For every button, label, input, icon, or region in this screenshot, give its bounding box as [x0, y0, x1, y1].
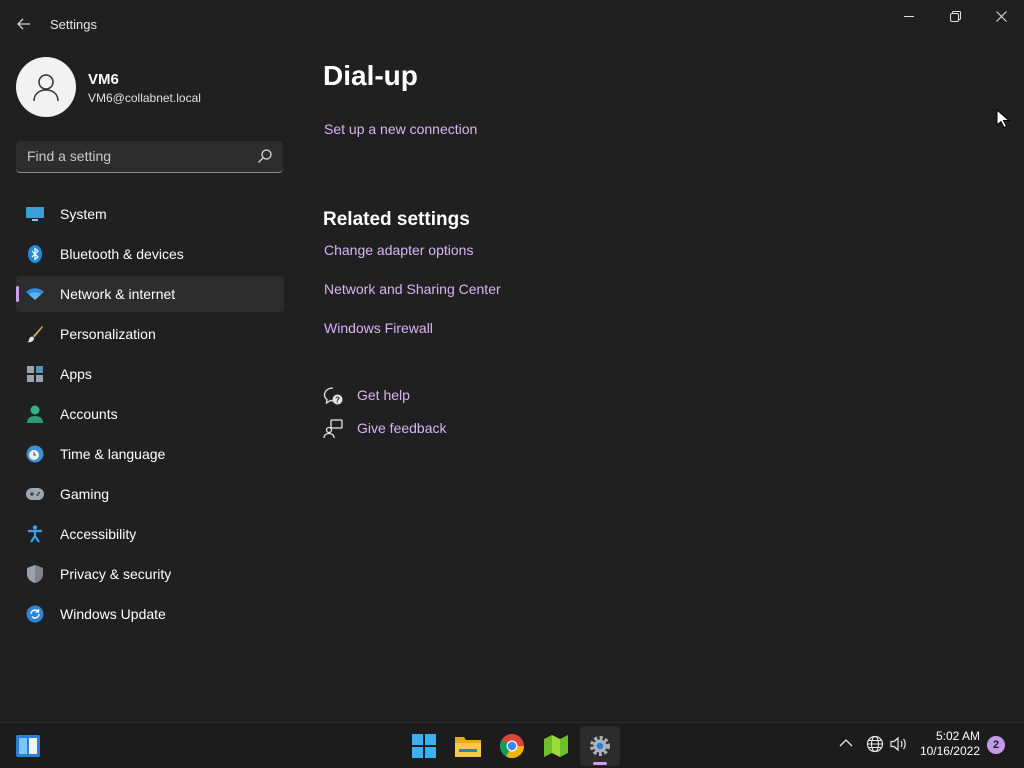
sidebar-item-label: Time & language [60, 446, 166, 462]
gamepad-icon [26, 485, 44, 503]
feedback-icon [323, 419, 343, 439]
shield-icon [26, 565, 44, 583]
sidebar-item-label: Windows Update [60, 606, 166, 622]
settings-window: Settings VM6 VM6@collabnet.local System … [0, 0, 1024, 722]
bluetooth-icon [26, 245, 44, 263]
start-button[interactable] [404, 726, 444, 766]
network-sharing-center-link[interactable]: Network and Sharing Center [324, 281, 501, 297]
active-indicator [16, 286, 19, 302]
back-button[interactable] [12, 12, 36, 36]
network-status-button[interactable] [866, 735, 884, 756]
sidebar-item-bluetooth[interactable]: Bluetooth & devices [16, 236, 284, 272]
page-title: Dial-up [323, 60, 418, 91]
svg-text:?: ? [335, 396, 340, 405]
search-box[interactable] [16, 141, 283, 173]
file-explorer-icon [455, 737, 481, 757]
search-icon[interactable] [257, 148, 273, 164]
search-input[interactable] [16, 141, 246, 171]
sidebar-item-network[interactable]: Network & internet [16, 276, 284, 312]
restore-icon [949, 10, 961, 22]
monitor-icon [26, 205, 44, 223]
back-arrow-icon [17, 18, 30, 30]
sidebar-nav: System Bluetooth & devices Network & int… [16, 196, 284, 636]
sidebar-item-time-language[interactable]: Time & language [16, 436, 284, 472]
running-indicator [593, 762, 607, 765]
related-settings-heading: Related settings [323, 209, 470, 230]
minimize-button[interactable] [886, 0, 932, 32]
chevron-up-icon [839, 739, 853, 747]
settings-icon [590, 736, 610, 756]
app-title: Settings [50, 17, 97, 32]
person-icon [33, 74, 59, 102]
sidebar-item-system[interactable]: System [16, 196, 284, 232]
sidebar-item-apps[interactable]: Apps [16, 356, 284, 392]
sidebar-item-accounts[interactable]: Accounts [16, 396, 284, 432]
sidebar-item-personalization[interactable]: Personalization [16, 316, 284, 352]
speaker-icon [890, 736, 906, 752]
setup-connection-link[interactable]: Set up a new connection [324, 121, 477, 137]
give-feedback-link[interactable]: Give feedback [323, 418, 523, 440]
apps-icon [26, 365, 44, 383]
person-icon [26, 405, 44, 423]
avatar [16, 57, 76, 117]
settings-button[interactable] [580, 726, 620, 766]
sidebar-item-label: Bluetooth & devices [60, 246, 184, 262]
app-button[interactable] [536, 726, 576, 766]
windows-firewall-link[interactable]: Windows Firewall [324, 320, 433, 336]
user-name: VM6 [88, 71, 119, 88]
sidebar-item-windows-update[interactable]: Windows Update [16, 596, 284, 632]
clock[interactable]: 5:02 AM 10/16/2022 [920, 729, 980, 759]
sidebar-item-label: Apps [60, 366, 92, 382]
notification-badge[interactable]: 2 [987, 736, 1005, 754]
mouse-cursor-icon [996, 109, 1010, 129]
user-profile[interactable]: VM6 VM6@collabnet.local [16, 57, 286, 117]
chrome-icon [500, 734, 524, 758]
clock-date: 10/16/2022 [919, 744, 980, 758]
sidebar-item-label: System [60, 206, 107, 222]
sidebar-item-label: Network & internet [60, 286, 176, 302]
wifi-icon [26, 285, 44, 303]
accessibility-icon [26, 525, 44, 543]
close-icon [995, 10, 1007, 22]
widgets-button[interactable] [8, 726, 48, 766]
sidebar-item-label: Accessibility [60, 526, 137, 542]
clock-globe-icon [26, 445, 44, 463]
restore-button[interactable] [932, 0, 978, 32]
clock-time: 5:02 AM [935, 729, 980, 743]
change-adapter-options-link[interactable]: Change adapter options [324, 242, 473, 258]
get-help-link[interactable]: ? Get help [323, 385, 523, 407]
chrome-button[interactable] [492, 726, 532, 766]
close-button[interactable] [978, 0, 1024, 32]
file-explorer-button[interactable] [448, 726, 488, 766]
start-icon [412, 734, 436, 758]
get-help-label: Get help [357, 387, 410, 403]
give-feedback-label: Give feedback [357, 420, 447, 436]
minimize-icon [903, 15, 914, 17]
sidebar-item-label: Gaming [60, 486, 110, 502]
brush-icon [26, 325, 44, 343]
title-bar: Settings [0, 0, 1024, 48]
sidebar-item-label: Privacy & security [60, 566, 172, 582]
help-icon: ? [323, 387, 343, 405]
taskbar: 5:02 AM 10/16/2022 2 [0, 722, 1024, 768]
sidebar-item-gaming[interactable]: Gaming [16, 476, 284, 512]
sidebar-item-label: Personalization [60, 326, 156, 342]
app-icon [544, 735, 568, 757]
update-icon [26, 605, 44, 623]
widgets-icon [16, 735, 40, 757]
globe-icon [866, 735, 884, 753]
sidebar-item-accessibility[interactable]: Accessibility [16, 516, 284, 552]
sidebar-item-privacy[interactable]: Privacy & security [16, 556, 284, 592]
user-email: VM6@collabnet.local [88, 91, 201, 105]
volume-button[interactable] [890, 735, 908, 756]
show-hidden-icons-button[interactable] [839, 735, 853, 751]
sidebar-item-label: Accounts [60, 406, 118, 422]
